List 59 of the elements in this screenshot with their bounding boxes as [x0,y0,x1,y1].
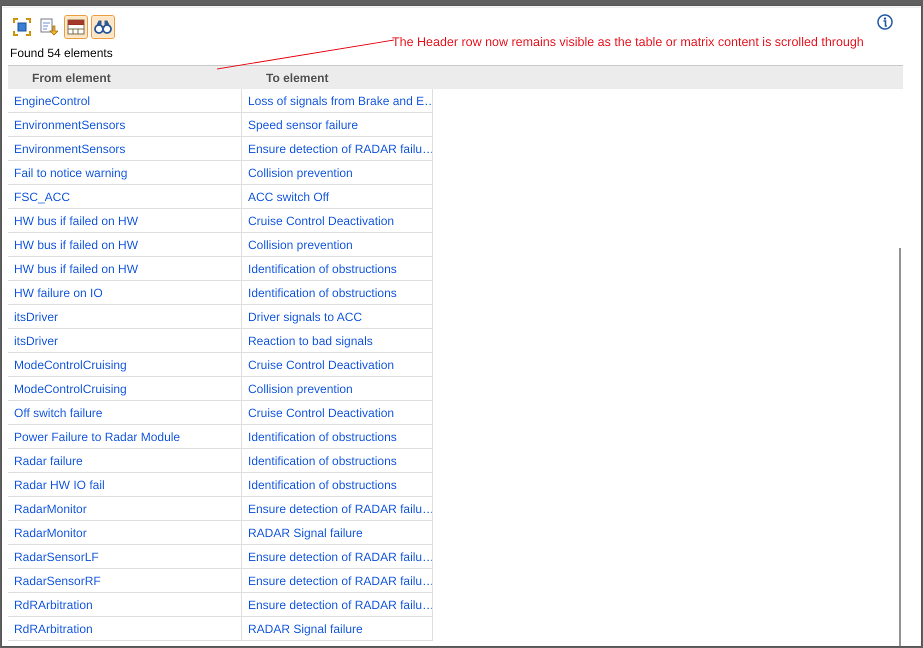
link-cell[interactable]: RdRArbitration [8,593,241,616]
link-cell[interactable]: RadarMonitor [8,497,241,520]
link-cell[interactable]: Identification of obstructions [241,449,432,472]
link-cell[interactable]: Collision prevention [241,377,432,400]
link-cell[interactable]: Ensure detection of RADAR failu… [241,545,432,568]
scrollbar[interactable] [899,248,901,646]
link-cell[interactable]: Off switch failure [8,401,241,424]
document-arrow-icon [40,18,58,36]
column-header[interactable]: To element [241,70,903,84]
link-cell[interactable]: Radar failure [8,449,241,472]
link-cell[interactable]: Loss of signals from Brake and E… [241,89,432,112]
link-cell[interactable]: Identification of obstructions [241,473,432,496]
info-icon[interactable] [877,14,893,30]
link-cell[interactable]: Reaction to bad signals [241,329,432,352]
link-cell[interactable]: EngineControl [8,89,241,112]
link-cell[interactable]: RadarMonitor [8,521,241,544]
link-cell[interactable]: Identification of obstructions [241,425,432,448]
result-count: Found 54 elements [10,46,113,60]
link-cell[interactable]: Radar HW IO fail [8,473,241,496]
link-cell[interactable]: Ensure detection of RADAR failu… [241,137,432,160]
link-cell[interactable]: Driver signals to ACC [241,305,432,328]
toolbar-button[interactable] [10,15,34,39]
link-cell[interactable]: RADAR Signal failure [241,521,432,544]
link-cell[interactable]: FSC_ACC [8,185,241,208]
link-cell[interactable]: HW bus if failed on HW [8,257,241,280]
link-cell[interactable]: Ensure detection of RADAR failu… [241,593,432,616]
column-header[interactable]: From element [8,70,241,84]
link-cell[interactable]: Identification of obstructions [241,257,432,280]
link-cell[interactable]: RadarSensorLF [8,545,241,568]
annotation-text: The Header row now remains visible as the table or matrix content is scrolled through [392,35,864,49]
link-cell[interactable]: ModeControlCruising [8,377,241,400]
link-cell[interactable]: ACC switch Off [241,185,432,208]
binoculars-icon [94,18,112,36]
link-cell[interactable]: EnvironmentSensors [8,113,241,136]
link-cell[interactable]: HW bus if failed on HW [8,209,241,232]
fit-to-window-icon [13,18,31,36]
link-cell[interactable]: ModeControlCruising [8,353,241,376]
link-cell[interactable]: RadarSensorRF [8,569,241,592]
link-cell[interactable]: Cruise Control Deactivation [241,401,432,424]
link-cell[interactable]: RADAR Signal failure [241,617,432,640]
link-cell[interactable]: Speed sensor failure [241,113,432,136]
link-cell[interactable]: Ensure detection of RADAR failu… [241,497,432,520]
link-cell[interactable]: Fail to notice warning [8,161,241,184]
link-cell[interactable]: Cruise Control Deactivation [241,209,432,232]
toolbar-button[interactable] [91,15,115,39]
link-cell[interactable]: HW bus if failed on HW [8,233,241,256]
link-cell[interactable]: Collision prevention [241,233,432,256]
link-cell[interactable]: Cruise Control Deactivation [241,353,432,376]
link-cell[interactable]: RdRArbitration [8,617,241,640]
table-header-icon [67,18,85,36]
link-cell[interactable]: Power Failure to Radar Module [8,425,241,448]
toolbar-button[interactable] [64,15,88,39]
link-cell[interactable]: HW failure on IO [8,281,241,304]
link-cell[interactable]: EnvironmentSensors [8,137,241,160]
link-cell[interactable]: Collision prevention [241,161,432,184]
link-cell[interactable]: Identification of obstructions [241,281,432,304]
link-cell[interactable]: itsDriver [8,305,241,328]
link-cell[interactable]: itsDriver [8,329,241,352]
link-cell[interactable]: Ensure detection of RADAR failu… [241,569,432,592]
